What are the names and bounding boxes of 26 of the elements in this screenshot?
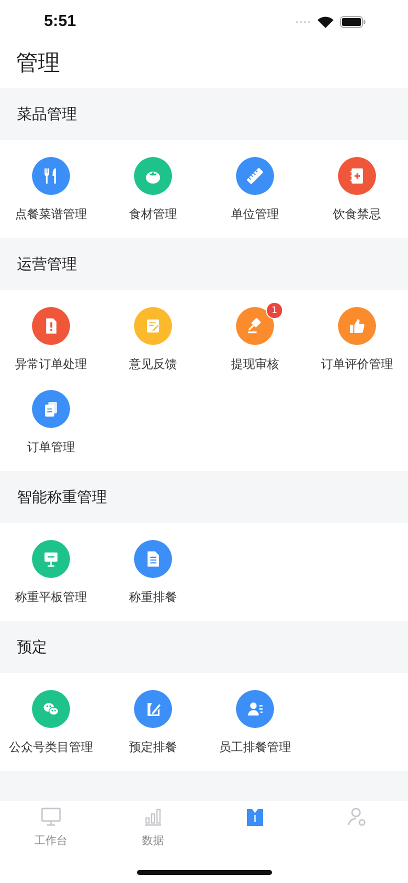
battery-icon [340,16,366,28]
section-title: 运营管理 [17,254,77,274]
status-time: 5:51 [44,13,76,31]
tab[interactable]: 数据 [102,805,204,861]
notification-badge: 1 [266,302,283,319]
menu-item[interactable]: 订单评价管理 [306,307,408,374]
menu-item[interactable]: 员工排餐管理 [204,690,306,757]
section-title: 智能称重管理 [17,488,107,506]
menu-item[interactable]: 异常订单处理 [0,307,102,374]
menu-item[interactable]: 预定排餐 [102,690,204,757]
menu-item[interactable]: 食材管理 [102,157,204,224]
tab[interactable]: 工作台 [0,805,102,861]
menu-item[interactable]: 订单管理 [0,390,102,457]
monitor-icon [39,805,63,829]
signal-icon [295,20,311,24]
section-title: 菜品管理 [17,104,77,124]
menu-item[interactable]: 称重排餐 [102,540,204,607]
menu-item[interactable]: 饮食禁忌 [306,157,408,224]
menu-item[interactable]: 称重平板管理 [0,540,102,607]
menu-item[interactable]: 公众号类目管理 [0,690,102,757]
section-title: 预定 [17,638,47,656]
menu-item[interactable]: 点餐菜谱管理 [0,157,102,224]
menu-item[interactable]: 单位管理 [204,157,306,224]
page-title: 管理 [15,50,61,78]
wifi-icon [317,16,334,28]
menu-item[interactable]: 意见反馈 [102,307,204,374]
